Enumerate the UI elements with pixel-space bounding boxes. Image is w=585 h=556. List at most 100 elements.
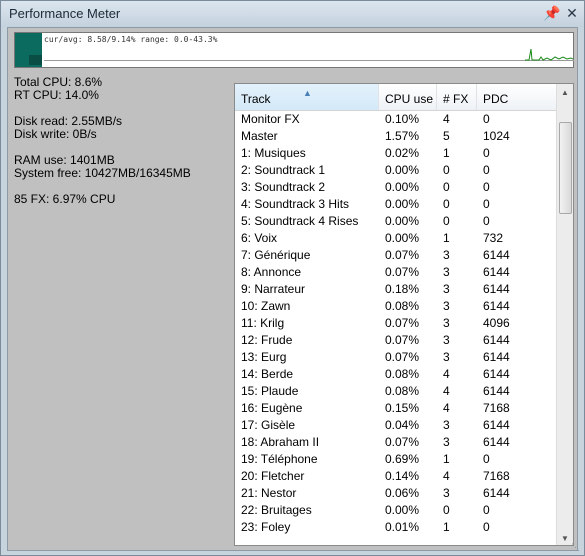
table-row[interactable]: 7: Générique 0.07% 3 6144 — [235, 247, 558, 264]
disk-write-text: Disk write: 0B/s — [14, 127, 97, 141]
scrollbar-thumb[interactable] — [559, 122, 572, 214]
fx-count-cell: 4 — [443, 469, 450, 483]
fx-count-cell: 4 — [443, 384, 450, 398]
resize-grip-icon[interactable]: ⋱ — [571, 542, 581, 552]
track-cell: 14: Berde — [241, 367, 294, 381]
track-cell: Monitor FX — [241, 112, 300, 126]
pdc-cell: 0 — [483, 520, 490, 534]
cpu-use-cell: 0.07% — [385, 265, 420, 279]
pdc-cell: 6144 — [483, 418, 510, 432]
table-row[interactable]: 13: Eurg 0.07% 3 6144 — [235, 349, 558, 366]
stats-panel: Total CPU: 8.6% RT CPU: 14.0% Disk read:… — [14, 76, 191, 206]
pdc-cell: 6144 — [483, 350, 510, 364]
track-table[interactable]: Track ▲ CPU use # FX PDC Monitor FX 0.10%… — [234, 83, 574, 546]
table-row[interactable]: 18: Abraham II 0.07% 3 6144 — [235, 434, 558, 451]
column-header-pdc[interactable]: PDC — [477, 84, 558, 110]
pdc-cell: 7168 — [483, 401, 510, 415]
pdc-cell: 0 — [483, 214, 490, 228]
pdc-cell: 6144 — [483, 435, 510, 449]
table-row[interactable]: 5: Soundtrack 4 Rises 0.00% 0 0 — [235, 213, 558, 230]
client-area: cur/avg: 8.58/9.14% range: 0.0-43.3% Tot… — [7, 27, 578, 551]
column-header-fx[interactable]: # FX — [437, 84, 477, 110]
scroll-up-icon[interactable]: ▲ — [557, 84, 573, 101]
fx-count-cell: 3 — [443, 333, 450, 347]
pdc-cell: 6144 — [483, 384, 510, 398]
table-row[interactable]: 4: Soundtrack 3 Hits 0.00% 0 0 — [235, 196, 558, 213]
cpu-use-cell: 0.07% — [385, 248, 420, 262]
track-cell: 4: Soundtrack 3 Hits — [241, 197, 350, 211]
cpu-use-cell: 0.00% — [385, 214, 420, 228]
pdc-cell: 0 — [483, 452, 490, 466]
column-header-track[interactable]: Track ▲ — [235, 84, 379, 110]
close-icon[interactable]: ✕ — [563, 4, 581, 22]
pdc-cell: 0 — [483, 163, 490, 177]
fx-count-cell: 3 — [443, 418, 450, 432]
fx-count-cell: 3 — [443, 435, 450, 449]
cpu-use-cell: 0.18% — [385, 282, 420, 296]
pin-icon[interactable]: 📌 — [543, 4, 561, 22]
fx-count-cell: 3 — [443, 299, 450, 313]
table-row[interactable]: 12: Frude 0.07% 3 6144 — [235, 332, 558, 349]
cpu-use-cell: 0.08% — [385, 299, 420, 313]
title-bar[interactable]: Performance Meter 📌 ✕ — [1, 1, 584, 27]
pdc-cell: 6144 — [483, 486, 510, 500]
track-cell: 21: Nestor — [241, 486, 297, 500]
fx-count-cell: 1 — [443, 520, 450, 534]
fx-count-cell: 0 — [443, 214, 450, 228]
cpu-use-cell: 0.00% — [385, 163, 420, 177]
track-cell: 10: Zawn — [241, 299, 291, 313]
table-row[interactable]: Master 1.57% 5 1024 — [235, 128, 558, 145]
fx-count-cell: 3 — [443, 486, 450, 500]
table-row[interactable]: 6: Voix 0.00% 1 732 — [235, 230, 558, 247]
cpu-use-cell: 0.14% — [385, 469, 420, 483]
pdc-cell: 6144 — [483, 265, 510, 279]
table-row[interactable]: 20: Fletcher 0.14% 4 7168 — [235, 468, 558, 485]
column-header-cpu-use[interactable]: CPU use — [379, 84, 437, 110]
track-cell: 7: Générique — [241, 248, 311, 262]
track-cell: 1: Musiques — [241, 146, 306, 160]
cpu-avg-bar — [29, 55, 42, 65]
pdc-cell: 1024 — [483, 129, 510, 143]
pdc-cell: 6144 — [483, 299, 510, 313]
table-row[interactable]: 21: Nestor 0.06% 3 6144 — [235, 485, 558, 502]
table-row[interactable]: 2: Soundtrack 1 0.00% 0 0 — [235, 162, 558, 179]
cpu-use-cell: 0.00% — [385, 503, 420, 517]
table-row[interactable]: 15: Plaude 0.08% 4 6144 — [235, 383, 558, 400]
table-row[interactable]: 10: Zawn 0.08% 3 6144 — [235, 298, 558, 315]
cpu-use-cell: 0.08% — [385, 367, 420, 381]
cpu-meter-graph: cur/avg: 8.58/9.14% range: 0.0-43.3% — [14, 32, 574, 68]
cpu-use-cell: 0.08% — [385, 384, 420, 398]
fx-count-cell: 1 — [443, 452, 450, 466]
track-cell: 8: Annonce — [241, 265, 302, 279]
table-row[interactable]: 1: Musiques 0.02% 1 0 — [235, 145, 558, 162]
track-cell: 13: Eurg — [241, 350, 287, 364]
fx-count-cell: 3 — [443, 282, 450, 296]
table-row[interactable]: 22: Bruitages 0.00% 0 0 — [235, 502, 558, 519]
table-row[interactable]: 9: Narrateur 0.18% 3 6144 — [235, 281, 558, 298]
table-row[interactable]: 16: Eugène 0.15% 4 7168 — [235, 400, 558, 417]
vertical-scrollbar[interactable]: ▲ ▼ — [556, 84, 573, 545]
table-row[interactable]: 8: Annonce 0.07% 3 6144 — [235, 264, 558, 281]
table-row[interactable]: 11: Krilg 0.07% 3 4096 — [235, 315, 558, 332]
fx-count-cell: 4 — [443, 401, 450, 415]
fx-count-cell: 4 — [443, 112, 450, 126]
track-cell: 17: Gisèle — [241, 418, 296, 432]
table-row[interactable]: Monitor FX 0.10% 4 0 — [235, 111, 558, 128]
pdc-cell: 6144 — [483, 282, 510, 296]
table-row[interactable]: 23: Foley 0.01% 1 0 — [235, 519, 558, 536]
table-row[interactable]: 19: Téléphone 0.69% 1 0 — [235, 451, 558, 468]
performance-meter-window: Performance Meter 📌 ✕ cur/avg: 8.58/9.14… — [0, 0, 585, 556]
pdc-cell: 6144 — [483, 333, 510, 347]
track-cell: Master — [241, 129, 278, 143]
fx-count-cell: 1 — [443, 146, 450, 160]
table-row[interactable]: 14: Berde 0.08% 4 6144 — [235, 366, 558, 383]
track-cell: 12: Frude — [241, 333, 293, 347]
pdc-cell: 7168 — [483, 469, 510, 483]
track-cell: 23: Foley — [241, 520, 291, 534]
table-row[interactable]: 17: Gisèle 0.04% 3 6144 — [235, 417, 558, 434]
table-row[interactable]: 3: Soundtrack 2 0.00% 0 0 — [235, 179, 558, 196]
fx-count-cell: 0 — [443, 197, 450, 211]
table-rows: Monitor FX 0.10% 4 0 Master 1.57% 5 1024 1: Musi… — [235, 111, 558, 536]
cpu-use-cell: 0.10% — [385, 112, 420, 126]
track-cell: 16: Eugène — [241, 401, 303, 415]
